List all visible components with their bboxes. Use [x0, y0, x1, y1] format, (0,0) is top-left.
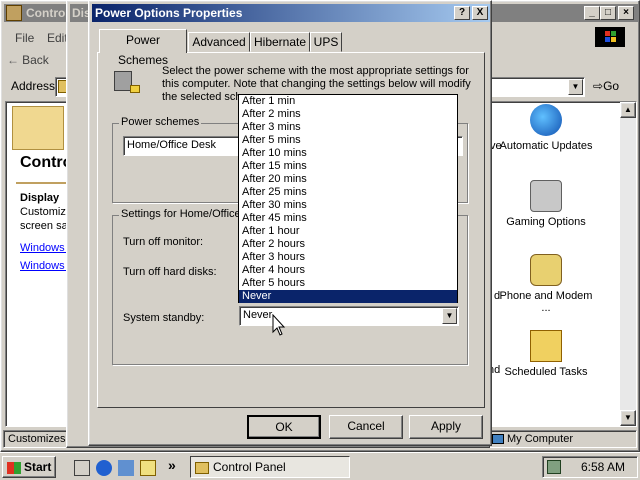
network-icon[interactable] — [547, 460, 561, 474]
close-button[interactable]: × — [618, 6, 634, 20]
chevron-down-icon[interactable]: ▼ — [442, 308, 457, 324]
vertical-scrollbar[interactable]: ▲ ▼ — [620, 102, 636, 426]
dropdown-option[interactable]: After 5 hours — [239, 277, 457, 290]
control-panel-banner-icon — [12, 106, 64, 150]
ok-label: OK — [275, 420, 293, 434]
dropdown-option[interactable]: After 20 mins — [239, 173, 457, 186]
tab-power-schemes[interactable]: Power Schemes — [99, 29, 187, 67]
dropdown-option[interactable]: After 3 hours — [239, 251, 457, 264]
dropdown-option[interactable]: After 2 mins — [239, 108, 457, 121]
start-button[interactable]: Start — [2, 456, 56, 478]
system-tray: 6:58 AM — [542, 456, 638, 478]
display-title: Display — [20, 192, 60, 204]
ok-button[interactable]: OK — [247, 415, 321, 439]
dropdown-option[interactable]: After 15 mins — [239, 160, 457, 173]
scroll-up-button[interactable]: ▲ — [620, 102, 636, 118]
windows-flag-icon — [7, 461, 21, 474]
scheme-value: Home/Office Desk — [127, 139, 217, 151]
apply-label: Apply — [430, 419, 462, 433]
gaming-options-label: Gaming Options — [506, 216, 586, 228]
taskbar: Start » Control Panel 6:58 AM — [0, 452, 640, 480]
standby-label: System standby: — [123, 312, 205, 324]
dialog-title: Power Options Properties — [95, 6, 243, 20]
menu-file[interactable]: File — [15, 31, 34, 45]
dropdown-option[interactable]: After 25 mins — [239, 186, 457, 199]
display-desc-2: screen sa — [20, 220, 68, 232]
tab-ups[interactable]: UPS — [310, 32, 342, 52]
address-dropdown-arrow[interactable]: ▼ — [568, 79, 583, 95]
globe-icon — [530, 104, 562, 136]
hard-disks-label: Turn off hard disks: — [123, 266, 217, 278]
tab-label: Advanced — [192, 35, 246, 49]
quick-launch-chevron[interactable]: » — [168, 457, 176, 473]
tab-label: Power Schemes — [117, 33, 169, 67]
automatic-updates-label: Automatic Updates — [499, 140, 593, 152]
mouse-cursor-icon — [272, 314, 286, 336]
windows-logo-icon — [595, 27, 625, 47]
back-label: Back — [22, 53, 49, 67]
power-schemes-group-title: Power schemes — [119, 116, 202, 128]
standby-value: Never — [243, 309, 273, 321]
quick-launch-ie-icon[interactable] — [74, 460, 90, 476]
phone-modem-label: Phone and Modem ... — [499, 290, 593, 314]
gaming-options-item[interactable]: Gaming Options — [498, 180, 594, 228]
dropdown-option[interactable]: After 3 mins — [239, 121, 457, 134]
back-button[interactable]: ← Back — [7, 53, 49, 71]
status-zone: My Computer — [507, 433, 574, 445]
help-button[interactable]: ? — [454, 6, 470, 20]
folder-icon — [195, 461, 209, 474]
dropdown-option[interactable]: After 2 hours — [239, 238, 457, 251]
scheduled-tasks-item[interactable]: Scheduled Tasks — [498, 330, 594, 378]
apply-button[interactable]: Apply — [409, 415, 483, 439]
clock[interactable]: 6:58 AM — [581, 460, 625, 474]
tab-advanced[interactable]: Advanced — [188, 32, 250, 52]
settings-group-title: Settings for Home/Office — [119, 208, 243, 220]
phone-icon — [530, 254, 562, 286]
quick-launch-search-icon[interactable] — [140, 460, 156, 476]
dropdown-option[interactable]: After 45 mins — [239, 212, 457, 225]
task-label: Control Panel — [213, 460, 286, 474]
scheduled-tasks-label: Scheduled Tasks — [504, 366, 588, 378]
scroll-down-button[interactable]: ▼ — [620, 410, 636, 426]
task-control-panel[interactable]: Control Panel — [190, 456, 350, 478]
control-panel-title-icon — [6, 5, 22, 21]
dropdown-option[interactable]: After 5 mins — [239, 134, 457, 147]
cancel-label: Cancel — [347, 419, 385, 433]
status-bar-right: My Computer — [487, 430, 637, 448]
standby-dropdown-list[interactable]: After 1 min After 2 mins After 3 mins After… — [238, 94, 458, 303]
tab-label: UPS — [313, 35, 339, 49]
dropdown-option[interactable]: After 1 min — [239, 95, 457, 108]
dropdown-option[interactable]: After 10 mins — [239, 147, 457, 160]
display-desc-1: Customize — [20, 206, 72, 218]
menu-edit[interactable]: Edit — [47, 31, 68, 45]
dropdown-option[interactable]: Never — [239, 290, 457, 303]
cancel-button[interactable]: Cancel — [329, 415, 403, 439]
address-label: Address — [11, 79, 56, 93]
maximize-button[interactable]: □ — [600, 6, 616, 20]
joystick-icon — [530, 180, 562, 212]
folder-clock-icon — [530, 330, 562, 362]
dialog-close-button[interactable]: X — [472, 6, 488, 20]
dropdown-option[interactable]: After 30 mins — [239, 199, 457, 212]
minimize-button[interactable]: _ — [584, 6, 600, 20]
tab-hibernate[interactable]: Hibernate — [250, 32, 310, 52]
back-arrow-icon: ← — [7, 53, 19, 67]
go-arrow-icon: ⇨ — [593, 79, 604, 93]
quick-launch-browser-icon[interactable] — [96, 460, 112, 476]
monitor-label: Turn off monitor: — [123, 236, 204, 248]
phone-modem-item[interactable]: Phone and Modem ... — [498, 254, 594, 314]
automatic-updates-item[interactable]: Automatic Updates — [498, 104, 594, 152]
quick-launch-outlook-icon[interactable] — [118, 460, 134, 476]
go-button[interactable]: ⇨Go — [593, 79, 619, 93]
dropdown-option[interactable]: After 4 hours — [239, 264, 457, 277]
start-label: Start — [24, 460, 52, 474]
dialog-titlebar[interactable]: Power Options Properties ? X — [92, 4, 490, 22]
go-label: Go — [603, 79, 620, 93]
status-text: Customizes y — [8, 433, 75, 445]
computer-icon — [492, 434, 504, 445]
dropdown-option[interactable]: After 1 hour — [239, 225, 457, 238]
tab-label: Hibernate — [253, 35, 307, 49]
